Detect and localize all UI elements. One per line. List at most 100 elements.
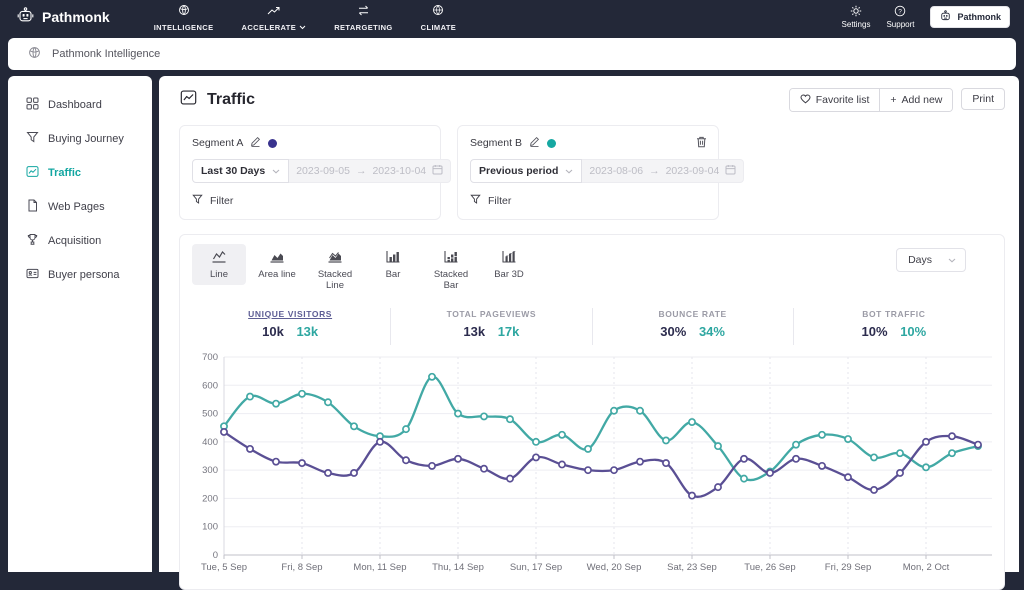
chevron-down-icon bbox=[565, 165, 573, 177]
svg-text:500: 500 bbox=[202, 409, 218, 420]
chevron-down-icon bbox=[299, 23, 306, 32]
page-title-text: Traffic bbox=[207, 91, 256, 108]
metric-unique-visitors[interactable]: UNIQUE VISITORS 10k 13k bbox=[190, 308, 390, 345]
svg-text:Fri, 29 Sep: Fri, 29 Sep bbox=[825, 562, 871, 573]
chart-type-tabs: Line Area line Stacked Line Bar Stacked … bbox=[190, 244, 994, 296]
sidebar-item-label: Dashboard bbox=[48, 99, 102, 111]
edit-pencil-icon[interactable] bbox=[529, 136, 540, 150]
plus-icon: + bbox=[890, 94, 897, 106]
nav-accelerate[interactable]: ACCELERATE bbox=[242, 3, 307, 32]
segment-a-preset-select[interactable]: Last 30 Days bbox=[192, 159, 290, 183]
top-right: Settings ? Support Pathmonk bbox=[842, 5, 1024, 29]
intelligence-icon bbox=[28, 46, 41, 62]
tab-bar[interactable]: Bar bbox=[366, 244, 420, 285]
chevron-down-icon bbox=[948, 254, 956, 266]
interval-value: Days bbox=[908, 254, 932, 266]
segment-a-filter-button[interactable]: Filter bbox=[192, 194, 233, 208]
robot-icon bbox=[16, 7, 35, 27]
svg-text:Tue, 26 Sep: Tue, 26 Sep bbox=[744, 562, 795, 573]
stacked-bar-tab-icon bbox=[443, 250, 459, 266]
segment-b-card: Segment B Previous period 2023-08-06 → 2… bbox=[457, 125, 745, 220]
date-from: 2023-09-05 bbox=[296, 165, 350, 177]
sidebar: Dashboard Buying Journey Traffic Web Pag… bbox=[8, 76, 152, 572]
segment-a-date-range[interactable]: 2023-09-05 → 2023-10-04 bbox=[289, 159, 452, 183]
date-from: 2023-08-06 bbox=[589, 165, 644, 177]
heart-icon bbox=[800, 93, 811, 107]
svg-text:100: 100 bbox=[202, 522, 218, 533]
metrics-row: UNIQUE VISITORS 10k 13k TOTAL PAGEVIEWS … bbox=[190, 308, 994, 345]
support-button[interactable]: ? Support bbox=[886, 5, 914, 29]
metric-value-segment-a: 10k bbox=[262, 324, 284, 339]
metric-value-segment-a: 13k bbox=[463, 324, 486, 339]
nav-climate[interactable]: CLIMATE bbox=[421, 3, 457, 32]
sidebar-item-dashboard[interactable]: Dashboard bbox=[8, 88, 152, 122]
trophy-icon bbox=[26, 233, 39, 249]
bar-chart-tab-icon bbox=[385, 250, 401, 266]
breadcrumb: Pathmonk Intelligence bbox=[8, 38, 1016, 70]
nav-label: RETARGETING bbox=[334, 22, 393, 32]
main-panel: Traffic Favorite list + Add new Print Se… bbox=[159, 76, 1019, 590]
segment-b-header: Segment B bbox=[470, 136, 706, 150]
favorite-list-button[interactable]: Favorite list bbox=[789, 89, 880, 111]
segment-b-preset-select[interactable]: Previous period bbox=[470, 159, 583, 183]
nav-label: ACCELERATE bbox=[241, 22, 297, 32]
print-button[interactable]: Print bbox=[961, 88, 1005, 110]
metric-bot-traffic[interactable]: BOT TRAFFIC 10% 10% bbox=[792, 308, 994, 345]
segment-a-controls: Last 30 Days 2023-09-05 → 2023-10-04 bbox=[192, 159, 452, 183]
interval-select[interactable]: Days bbox=[896, 248, 966, 272]
nav-retargeting[interactable]: RETARGETING bbox=[334, 3, 392, 32]
nav-intelligence[interactable]: INTELLIGENCE bbox=[154, 3, 214, 32]
svg-text:Tue, 5 Sep: Tue, 5 Sep bbox=[201, 562, 247, 573]
line-chart-tab-icon bbox=[211, 250, 227, 266]
metric-label: UNIQUE VISITORS bbox=[248, 309, 333, 319]
sidebar-item-web-pages[interactable]: Web Pages bbox=[8, 190, 152, 224]
filter-label: Filter bbox=[488, 195, 512, 207]
sidebar-item-buying-journey[interactable]: Buying Journey bbox=[8, 122, 152, 156]
id-card-icon bbox=[26, 267, 39, 283]
tab-area-line[interactable]: Area line bbox=[250, 244, 304, 285]
metric-bounce-rate[interactable]: BOUNCE RATE 30% 34% bbox=[591, 308, 793, 345]
metric-label: BOUNCE RATE bbox=[658, 309, 727, 319]
edit-pencil-icon[interactable] bbox=[250, 136, 261, 150]
segment-a-name: Segment A bbox=[192, 137, 244, 149]
robot-icon bbox=[939, 10, 952, 24]
settings-button[interactable]: Settings bbox=[842, 5, 870, 29]
tab-bar-3d[interactable]: Bar 3D bbox=[482, 244, 536, 285]
add-new-label: Add new bbox=[901, 94, 943, 106]
sidebar-item-buyer-persona[interactable]: Buyer persona bbox=[8, 258, 152, 292]
sidebar-item-label: Web Pages bbox=[48, 201, 105, 213]
svg-text:200: 200 bbox=[202, 493, 218, 504]
pathmonk-account-button[interactable]: Pathmonk bbox=[930, 6, 1010, 28]
bar-3d-tab-icon bbox=[501, 250, 517, 266]
tab-stacked-line[interactable]: Stacked Line bbox=[308, 244, 362, 296]
segment-a-card: Segment A Last 30 Days 2023-09-05 → 2023… bbox=[179, 125, 452, 220]
line-chart-icon bbox=[26, 165, 39, 181]
metric-values: 30% 34% bbox=[593, 324, 793, 339]
sidebar-item-traffic[interactable]: Traffic bbox=[8, 156, 152, 190]
svg-text:Wed, 20 Sep: Wed, 20 Sep bbox=[587, 562, 642, 573]
metric-value-segment-a: 30% bbox=[660, 324, 687, 339]
chart-card: Line Area line Stacked Line Bar Stacked … bbox=[179, 234, 1005, 590]
stacked-area-tab-icon bbox=[327, 250, 343, 266]
segment-b-filter-button[interactable]: Filter bbox=[470, 194, 511, 208]
sidebar-item-acquisition[interactable]: Acquisition bbox=[8, 224, 152, 258]
brand-logo[interactable]: Pathmonk bbox=[0, 7, 110, 27]
segment-b-date-range[interactable]: 2023-08-06 → 2023-09-04 bbox=[582, 159, 745, 183]
tab-stacked-bar[interactable]: Stacked Bar bbox=[424, 244, 478, 296]
add-new-button[interactable]: + Add new bbox=[879, 89, 953, 111]
tab-label: Stacked Line bbox=[317, 269, 353, 291]
metric-values: 10k 13k bbox=[190, 324, 390, 339]
content: Dashboard Buying Journey Traffic Web Pag… bbox=[8, 76, 1019, 590]
main-nav: INTELLIGENCE ACCELERATE RETARGETING CLIM… bbox=[154, 3, 457, 32]
svg-text:?: ? bbox=[899, 8, 903, 15]
segment-a-color-dot bbox=[268, 138, 278, 148]
svg-text:Mon, 11 Sep: Mon, 11 Sep bbox=[353, 562, 406, 573]
tab-label: Bar 3D bbox=[494, 269, 524, 280]
metric-value-segment-b: 10% bbox=[900, 324, 927, 339]
metric-total-pageviews[interactable]: TOTAL PAGEVIEWS 13k 17k bbox=[390, 308, 591, 345]
metric-value-segment-b: 17k bbox=[497, 324, 520, 339]
document-icon bbox=[26, 199, 39, 215]
tab-line[interactable]: Line bbox=[192, 244, 246, 285]
nav-label: CLIMATE bbox=[420, 22, 457, 32]
delete-segment-button[interactable] bbox=[696, 135, 707, 153]
